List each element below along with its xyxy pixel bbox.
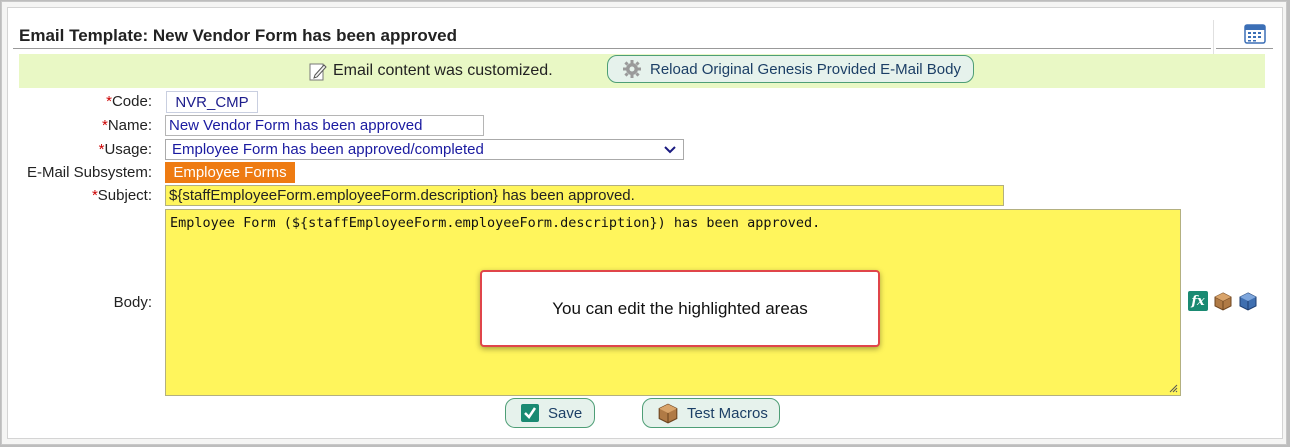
checkmark-icon bbox=[521, 404, 539, 422]
customized-message: Email content was customized. bbox=[309, 60, 553, 82]
calendar-icon[interactable] bbox=[1244, 22, 1266, 44]
chevron-down-icon bbox=[664, 146, 676, 154]
subsystem-label: E-Mail Subsystem: bbox=[26, 164, 152, 181]
box-icon[interactable] bbox=[1213, 291, 1233, 311]
code-label: *Code: bbox=[106, 93, 152, 110]
customized-message-text: Email content was customized. bbox=[333, 62, 553, 79]
body-label: Body: bbox=[113, 294, 152, 311]
subject-field[interactable] bbox=[165, 185, 1004, 206]
reload-button-label: Reload Original Genesis Provided E-Mail … bbox=[650, 60, 961, 78]
page-title: Email Template: New Vendor Form has been… bbox=[19, 26, 458, 45]
usage-select[interactable]: Employee Form has been approved/complete… bbox=[165, 139, 684, 160]
function-icon[interactable]: fx bbox=[1188, 291, 1208, 311]
usage-label: *Usage: bbox=[98, 141, 152, 158]
save-button-label: Save bbox=[548, 404, 583, 422]
usage-selected-value: Employee Form has been approved/complete… bbox=[172, 141, 484, 158]
subsystem-tag: Employee Forms bbox=[165, 162, 295, 183]
subject-label: *Subject: bbox=[91, 187, 152, 204]
body-tools: fx bbox=[1188, 291, 1258, 311]
edit-note-icon bbox=[309, 63, 327, 81]
edit-hint-text: You can edit the highlighted areas bbox=[552, 298, 808, 318]
save-button[interactable]: Save bbox=[505, 398, 595, 428]
name-label: *Name: bbox=[101, 117, 152, 134]
resize-grip-icon[interactable] bbox=[1168, 383, 1178, 393]
code-value: NVR_CMP bbox=[166, 91, 258, 113]
edit-hint-tooltip: You can edit the highlighted areas bbox=[480, 270, 880, 347]
name-field[interactable] bbox=[165, 115, 484, 136]
cube-icon[interactable] bbox=[1238, 291, 1258, 311]
test-macros-button[interactable]: Test Macros bbox=[642, 398, 780, 428]
title-underline bbox=[13, 48, 1211, 49]
test-macros-label: Test Macros bbox=[687, 404, 768, 422]
gear-icon bbox=[623, 60, 641, 78]
box-icon bbox=[658, 403, 678, 424]
title-underline-right bbox=[1216, 48, 1273, 49]
reload-original-body-button[interactable]: Reload Original Genesis Provided E-Mail … bbox=[607, 55, 974, 83]
